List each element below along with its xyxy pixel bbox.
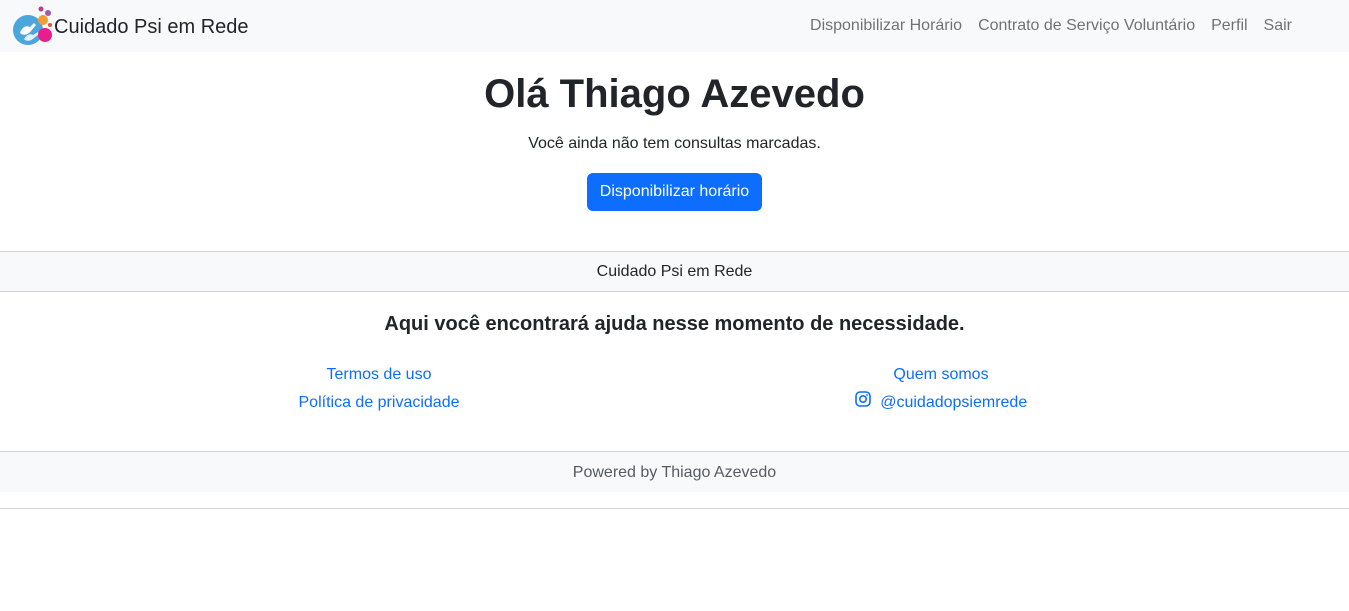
powered-by: Powered by Thiago Azevedo [0, 451, 1349, 492]
nav-links: Disponibilizar Horário Contrato de Servi… [802, 17, 1300, 35]
terms-link[interactable]: Termos de uso [229, 361, 529, 389]
brand-link[interactable]: Cuidado Psi em Rede [12, 5, 249, 47]
instagram-link[interactable]: @cuidadopsiemrede [791, 389, 1091, 417]
nav-link-sair[interactable]: Sair [1256, 17, 1300, 35]
navbar: Cuidado Psi em Rede Disponibilizar Horár… [0, 0, 1349, 52]
brand-name: Cuidado Psi em Rede [54, 15, 249, 38]
disponibilizar-horario-button[interactable]: Disponibilizar horário [586, 173, 763, 211]
nav-link-disponibilizar-horario[interactable]: Disponibilizar Horário [802, 17, 970, 35]
footer-tagline: Aqui você encontrará ajuda nesse momento… [384, 313, 965, 335]
footer-links-right: Quem somos @cuidadopsiemrede [791, 361, 1091, 417]
hero-section: Olá Thiago Azevedo Você ainda não tem co… [0, 52, 1349, 211]
footer-link-columns: Termos de uso Política de privacidade Qu… [0, 361, 1349, 451]
instagram-icon [854, 391, 871, 407]
about-link[interactable]: Quem somos [791, 361, 1091, 389]
footer-divider [0, 508, 1349, 509]
brand-logo-icon [13, 6, 52, 45]
footer-links-left: Termos de uso Política de privacidade [229, 361, 529, 417]
privacy-link[interactable]: Política de privacidade [229, 389, 529, 417]
footer-band-title: Cuidado Psi em Rede [0, 251, 1349, 292]
appointments-message: Você ainda não tem consultas marcadas. [528, 135, 821, 152]
instagram-handle: @cuidadopsiemrede [880, 394, 1028, 411]
nav-link-perfil[interactable]: Perfil [1203, 17, 1255, 35]
footer-body: Aqui você encontrará ajuda nesse momento… [0, 292, 1349, 451]
nav-link-contrato[interactable]: Contrato de Serviço Voluntário [970, 17, 1203, 35]
page-title: Olá Thiago Azevedo [484, 72, 865, 116]
footer: Cuidado Psi em Rede Aqui você encontrará… [0, 251, 1349, 509]
